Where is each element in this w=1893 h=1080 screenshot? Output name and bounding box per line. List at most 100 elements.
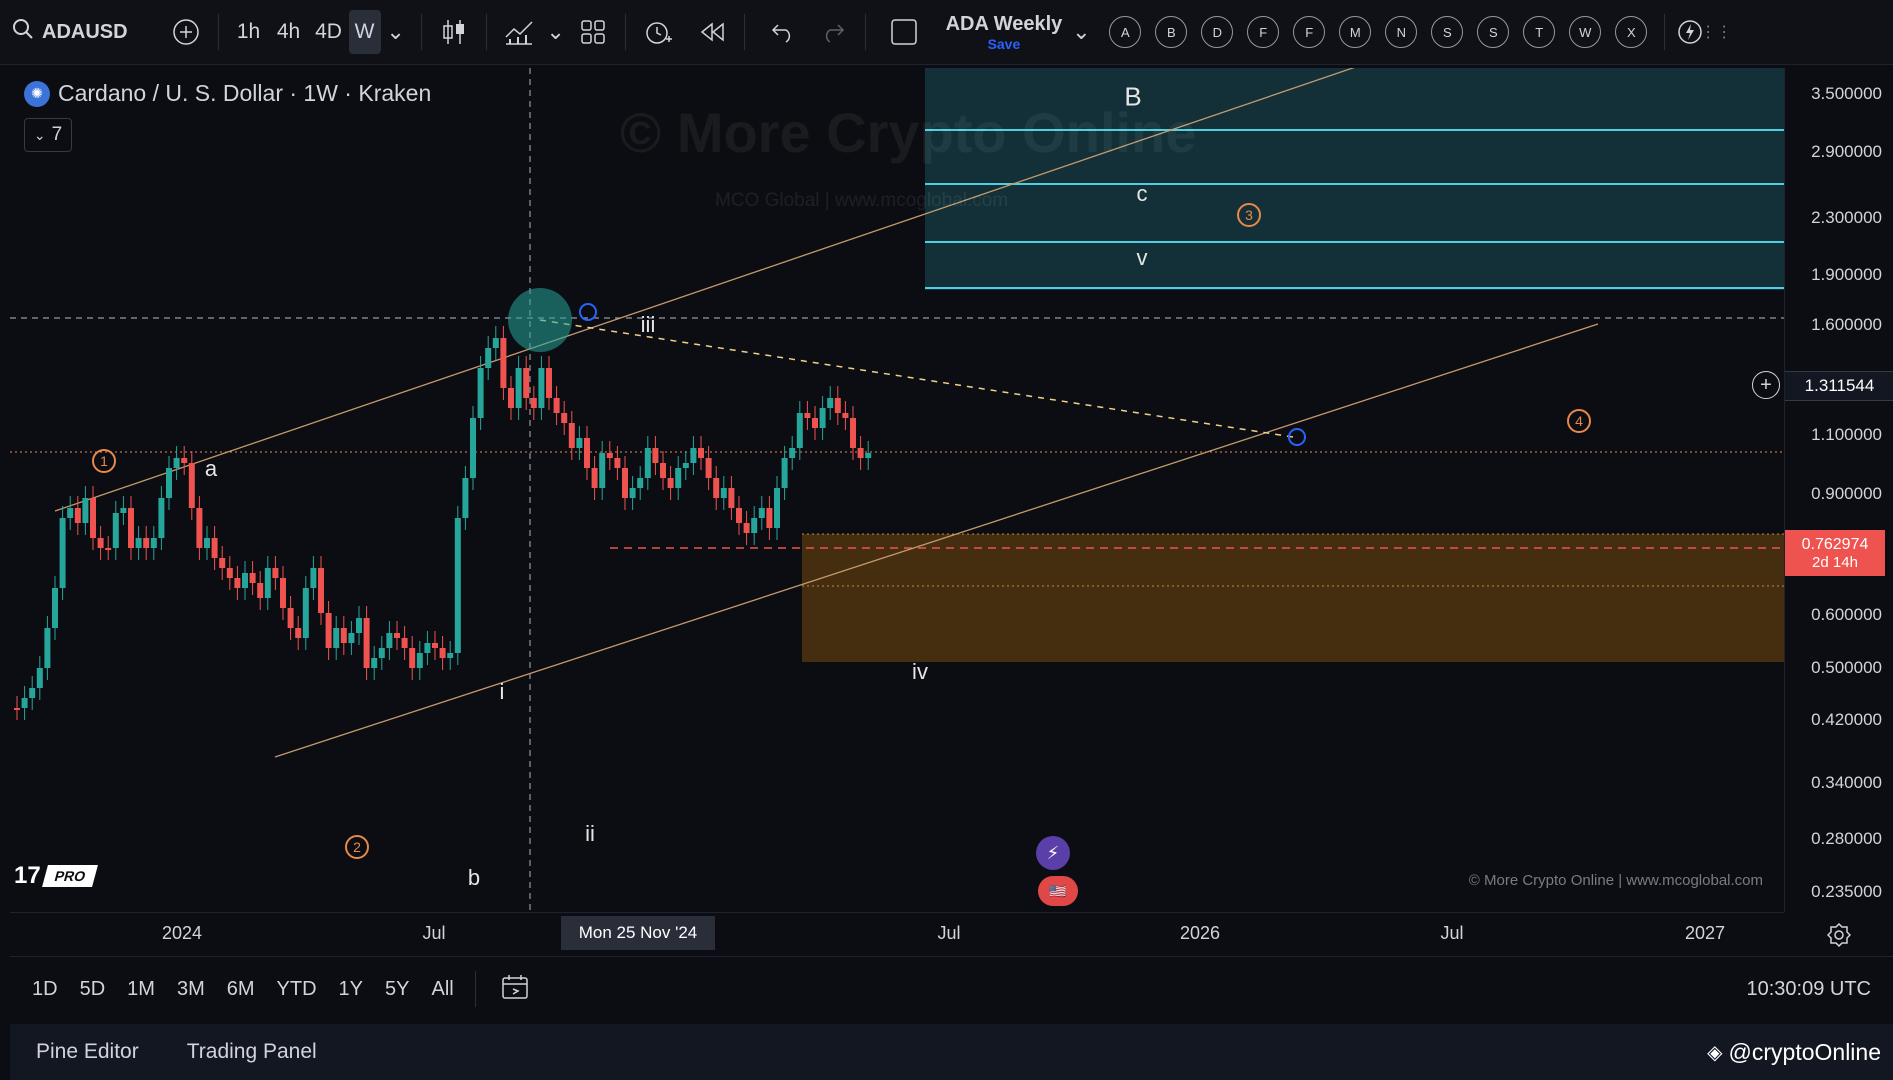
candle-body [652, 448, 659, 463]
drawing-tool-m[interactable]: M [1339, 16, 1372, 48]
layouts-button[interactable] [571, 10, 615, 54]
candle-body [287, 608, 294, 628]
drawing-tool-s1[interactable]: S [1431, 16, 1464, 48]
range-1y[interactable]: 1Y [339, 978, 363, 1001]
drawing-tool-s2[interactable]: S [1477, 16, 1510, 48]
candle-body [14, 708, 20, 710]
candle-body [264, 568, 271, 598]
symbol-search[interactable]: ADAUSD [0, 10, 140, 54]
price-tick: 0.235000 [1811, 882, 1882, 901]
drawing-tool-f2[interactable]: F [1293, 16, 1326, 48]
candle-body [249, 573, 256, 583]
candle-body [720, 488, 727, 498]
candle-body [272, 568, 279, 578]
candle-body [698, 448, 704, 458]
timeframe-dropdown[interactable]: ⌄ [381, 10, 411, 54]
candle-body [774, 488, 780, 528]
copyright-note: © More Crypto Online | www.mcoglobal.com [1468, 872, 1763, 889]
add-alert-plus-icon[interactable]: + [1752, 371, 1780, 399]
candle-body [52, 588, 58, 628]
timeframe-4h[interactable]: 4h [269, 10, 309, 54]
range-1m[interactable]: 1M [127, 978, 155, 1001]
range-all[interactable]: All [431, 978, 453, 1001]
candle-body [59, 518, 66, 588]
compare-symbol-button[interactable] [164, 10, 208, 54]
timeframe-4d[interactable]: 4D [309, 10, 349, 54]
range-1d[interactable]: 1D [32, 978, 58, 1001]
candle-body [447, 653, 454, 658]
tab-trading-panel[interactable]: Trading Panel [187, 1040, 317, 1064]
redo-icon [825, 24, 844, 43]
idea-badge-icon[interactable]: ⚡ [1036, 836, 1070, 870]
drawing-tool-t[interactable]: T [1523, 16, 1556, 48]
utc-clock[interactable]: 10:30:09 UTC [1746, 978, 1871, 1001]
candle-body [257, 583, 264, 598]
candle-body [796, 413, 803, 448]
candle-body [728, 488, 735, 508]
drawing-tool-n[interactable]: N [1385, 16, 1418, 48]
price-tick: 1.900000 [1811, 265, 1882, 284]
candle-body [865, 453, 872, 458]
crosshair-price-label: 1.311544 [1785, 371, 1893, 401]
go-to-date-button[interactable] [500, 973, 530, 1006]
candle-body [211, 538, 218, 558]
candle-body [401, 638, 408, 648]
drawing-tool-b[interactable]: B [1155, 16, 1188, 48]
social-handle-text: @cryptoOnline [1728, 1038, 1881, 1065]
drawing-tool-w[interactable]: W [1569, 16, 1602, 48]
drawing-tool-x[interactable]: X [1615, 16, 1648, 48]
anchor-circle [579, 303, 597, 321]
candle-body [515, 368, 522, 408]
range-ytd[interactable]: YTD [277, 978, 317, 1001]
economic-event-flag-icon[interactable]: 🇺🇸 [1038, 876, 1078, 906]
candle-body [302, 588, 309, 638]
chart-settings-button[interactable] [1824, 920, 1854, 950]
candle-body [424, 643, 431, 653]
dots-grid-icon: ⋮⋮ [1700, 24, 1733, 41]
candle-body [226, 568, 233, 578]
candle-body [340, 628, 347, 643]
layout-dropdown[interactable]: ⌄ [1066, 10, 1096, 54]
drawing-tool-d[interactable]: D [1201, 16, 1234, 48]
candle-body [378, 648, 385, 658]
time-axis[interactable]: 2024 Jul Jul 2026 Jul 2027 Mon 25 Nov '2… [10, 912, 1784, 957]
candle-body [523, 368, 530, 398]
undo-button[interactable] [761, 10, 805, 54]
tab-pine-editor[interactable]: Pine Editor [36, 1040, 139, 1064]
more-button[interactable]: ⋮⋮ [1700, 10, 1732, 54]
candle-body [67, 508, 74, 518]
price-tick: 2.900000 [1811, 142, 1882, 161]
drawing-tool-a[interactable]: A [1109, 16, 1142, 48]
candle-body [356, 618, 362, 633]
chart-legend[interactable]: ✺ Cardano / U. S. Dollar · 1W · Kraken [24, 80, 431, 107]
alert-button[interactable] [636, 10, 680, 54]
candle-body [705, 458, 712, 478]
range-3m[interactable]: 3M [177, 978, 205, 1001]
chart-type-button[interactable] [432, 10, 476, 54]
range-6m[interactable]: 6M [227, 978, 255, 1001]
candle-body [644, 448, 651, 478]
layout-name-button[interactable]: ADA Weekly Save [946, 7, 1063, 57]
fullscreen-button[interactable] [882, 10, 926, 54]
calendar-icon [501, 974, 528, 999]
indicators-dropdown[interactable]: ⌄ [541, 10, 571, 54]
range-5d[interactable]: 5D [80, 978, 106, 1001]
timeframe-1h[interactable]: 1h [229, 10, 269, 54]
drawing-tool-f1[interactable]: F [1247, 16, 1280, 48]
range-5y[interactable]: 5Y [385, 978, 409, 1001]
wave-label-a: a [204, 456, 218, 481]
replay-button[interactable] [690, 10, 734, 54]
redo-button[interactable] [811, 10, 855, 54]
candle-body [409, 648, 416, 668]
price-axis[interactable]: 3.500000 2.900000 2.300000 1.900000 1.60… [1784, 68, 1893, 912]
candle-body [318, 568, 324, 613]
timeframe-w[interactable]: W [348, 10, 381, 54]
indicators-button[interactable] [497, 10, 541, 54]
divider [864, 14, 866, 50]
chevron-down-icon: ⌄ [386, 19, 405, 44]
divider [420, 14, 422, 50]
indicators-icon [505, 21, 533, 45]
candle-body [675, 468, 682, 488]
indicators-collapse-button[interactable]: ⌄ 7 [24, 118, 72, 152]
last-price-value: 0.762974 [1801, 535, 1869, 553]
